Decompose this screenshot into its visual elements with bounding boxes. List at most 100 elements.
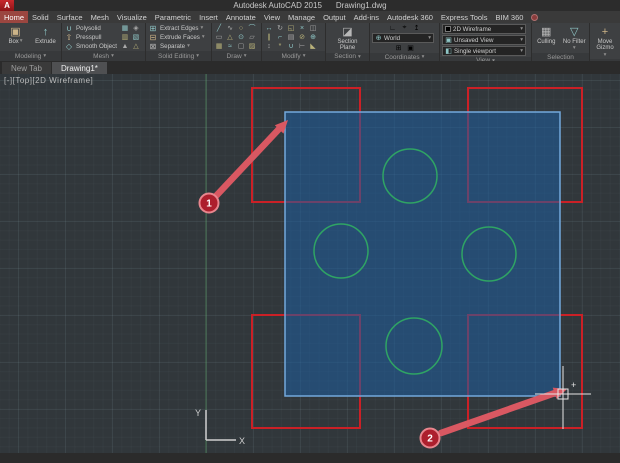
panel-label-coordinates[interactable]: Coordinates ▾	[370, 53, 439, 61]
file-tab-new[interactable]: New Tab	[2, 62, 51, 74]
chevron-down-icon: ▾	[428, 35, 431, 41]
ucs-current-label: World	[384, 34, 401, 42]
presspull-button[interactable]: ⇧ Presspull	[64, 33, 117, 42]
viewport-config-dropdown[interactable]: ◧ Single viewport ▾	[442, 46, 526, 56]
separate-button[interactable]: ⊠ Separate ▾	[148, 42, 205, 51]
panel-label-solid-editing[interactable]: Solid Editing ▾	[146, 51, 211, 61]
ribbon-tab-autodesk360[interactable]: Autodesk 360	[383, 11, 437, 23]
offset-tool-icon[interactable]: ⊘	[297, 33, 307, 41]
named-view-dropdown[interactable]: ▣ Unsaved View ▾	[442, 35, 526, 45]
mesh-face-icon[interactable]: ▥	[120, 33, 130, 41]
chamfer-tool-icon[interactable]: ◣	[308, 42, 318, 50]
polyline-tool-icon[interactable]: ∿	[225, 24, 235, 32]
panel-label-section[interactable]: Section ▾	[326, 52, 369, 61]
extrude-label: Extrude	[35, 39, 56, 45]
explode-tool-icon[interactable]: *	[275, 42, 285, 50]
file-tab-drawing1[interactable]: Drawing1*	[51, 62, 107, 74]
chevron-down-icon: ▾	[520, 48, 523, 54]
ribbon-tab-express-tools[interactable]: Express Tools	[437, 11, 492, 23]
mesh-smooth-icon[interactable]: ◈	[131, 24, 141, 32]
mesh-refine-icon[interactable]: ▧	[131, 33, 141, 41]
ellipse-tool-icon[interactable]: ▱	[247, 33, 257, 41]
hatch-tool-icon[interactable]: ▦	[214, 42, 224, 50]
ucs-tool-icon[interactable]: ∟	[388, 24, 398, 32]
stretch-tool-icon[interactable]: ↕	[264, 42, 274, 50]
ribbon-tab-manage[interactable]: Manage	[284, 11, 319, 23]
break-tool-icon[interactable]: ⊢	[297, 42, 307, 50]
visual-style-dropdown[interactable]: 2D Wireframe ▾	[442, 24, 526, 34]
viewport-config-icon: ◧	[445, 48, 452, 55]
ribbon-tab-view[interactable]: View	[260, 11, 284, 23]
ribbon-tab-surface[interactable]: Surface	[53, 11, 87, 23]
no-filter-button[interactable]: ▽ No Filter ▾	[562, 24, 587, 52]
rotate-tool-icon[interactable]: ↻	[275, 24, 285, 32]
rectangle-tool-icon[interactable]: ▭	[214, 33, 224, 41]
mesh-box-icon[interactable]: ▦	[120, 24, 130, 32]
line-tool-icon[interactable]: ╱	[214, 24, 224, 32]
title-bar: A Autodesk AutoCAD 2015 Drawing1.dwg	[0, 0, 620, 11]
model-space-canvas[interactable]: [-][Top][2D Wireframe] 1 2 Y X +	[0, 74, 620, 453]
array-tool-icon[interactable]: ▤	[286, 33, 296, 41]
polygon-tool-icon[interactable]: △	[225, 33, 235, 41]
ribbon-tab-bar: Home Solid Surface Mesh Visualize Parame…	[0, 11, 620, 23]
panel-label-modeling[interactable]: Modeling ▾	[0, 51, 61, 61]
mesh-split-icon[interactable]: △	[131, 42, 141, 50]
ribbon-tab-home[interactable]: Home	[0, 11, 29, 23]
move-tool-icon[interactable]: ↔	[264, 24, 274, 32]
join-tool-icon[interactable]: ∪	[286, 42, 296, 50]
panel-mesh: ∪ Polysolid ⇧ Presspull ◇ Smooth Object …	[62, 23, 146, 61]
ribbon-tab-annotate[interactable]: Annotate	[222, 11, 260, 23]
arc-tool-icon[interactable]: ⌒	[247, 24, 257, 32]
ucs-named-icon[interactable]: ▣	[406, 44, 416, 52]
ribbon-tab-insert[interactable]: Insert	[195, 11, 222, 23]
polysolid-button[interactable]: ∪ Polysolid	[64, 24, 117, 33]
smooth-object-button[interactable]: ◇ Smooth Object	[64, 42, 117, 51]
section-plane-button[interactable]: ◪ Section Plane	[329, 24, 367, 52]
autocad-logo[interactable]: A	[0, 0, 14, 11]
ribbon-tab-output[interactable]: Output	[319, 11, 350, 23]
mesh-crease-icon[interactable]: ▲	[120, 42, 130, 50]
gradient-tool-icon[interactable]: ▨	[247, 42, 257, 50]
ucs-origin-icon[interactable]: ⌖	[400, 24, 410, 32]
trim-tool-icon[interactable]: ◱	[286, 24, 296, 32]
mirror-tool-icon[interactable]: ∥	[264, 33, 274, 41]
ucs-y-label: Y	[195, 408, 201, 418]
copy-tool-icon[interactable]: ◫	[308, 24, 318, 32]
region-tool-icon[interactable]: ▢	[236, 42, 246, 50]
spline-tool-icon[interactable]: ≈	[225, 42, 235, 50]
chevron-down-icon: ▾	[520, 37, 523, 43]
circle-tool-icon[interactable]: ○	[236, 24, 246, 32]
scale-tool-icon[interactable]: ⊕	[308, 33, 318, 41]
ucs-x-label: X	[239, 436, 245, 446]
panel-label-selection[interactable]: Selection	[532, 53, 589, 61]
ribbon-options-icon[interactable]	[531, 13, 539, 21]
extrude-faces-button[interactable]: ⊟ Extrude Faces ▾	[148, 33, 205, 42]
panel-label-view[interactable]: View ▾	[440, 57, 531, 61]
ucs-previous-icon[interactable]: ⊞	[394, 44, 404, 52]
ribbon-tab-solid[interactable]: Solid	[28, 11, 53, 23]
ribbon-tab-addins[interactable]: Add-ins	[350, 11, 383, 23]
ribbon-tab-visualize[interactable]: Visualize	[113, 11, 151, 23]
visual-style-label: 2D Wireframe	[453, 25, 492, 33]
extract-edges-button[interactable]: ⊞ Extract Edges ▾	[148, 24, 205, 33]
ribbon-tab-mesh[interactable]: Mesh	[87, 11, 113, 23]
ucs-z-axis-icon[interactable]: ↥	[412, 24, 422, 32]
box-button[interactable]: ▣ Box ▾	[2, 24, 29, 45]
panel-modify: ↔ ↻ ◱ × ◫ ∥ ⌐ ▤ ⊘ ⊕ ↕ * ∪ ⊢ ◣ Modify ▾	[262, 23, 326, 61]
point-tool-icon[interactable]: ⊙	[236, 33, 246, 41]
panel-label-modify[interactable]: Modify ▾	[262, 51, 325, 61]
panel-label-mesh[interactable]: Mesh ▾	[62, 51, 145, 61]
file-tab-bar: New Tab Drawing1*	[0, 61, 620, 74]
ribbon-tab-bim360[interactable]: BIM 360	[491, 11, 527, 23]
panel-label-draw[interactable]: Draw ▾	[212, 51, 261, 61]
extrude-icon: ↑	[42, 25, 49, 38]
ribbon-tab-parametric[interactable]: Parametric	[151, 11, 195, 23]
ucs-world-dropdown[interactable]: ⊕ World ▾	[372, 33, 434, 43]
extrude-button[interactable]: ↑ Extrude	[32, 24, 59, 46]
ucs-icon[interactable]: Y X	[195, 408, 245, 446]
callout-badge-2-number: 2	[427, 434, 433, 445]
erase-tool-icon[interactable]: ×	[297, 24, 307, 32]
culling-button[interactable]: ▦ Culling	[534, 24, 559, 45]
fillet-tool-icon[interactable]: ⌐	[275, 33, 285, 41]
move-gizmo-button[interactable]: + Move Gizmo ▾	[592, 24, 618, 58]
